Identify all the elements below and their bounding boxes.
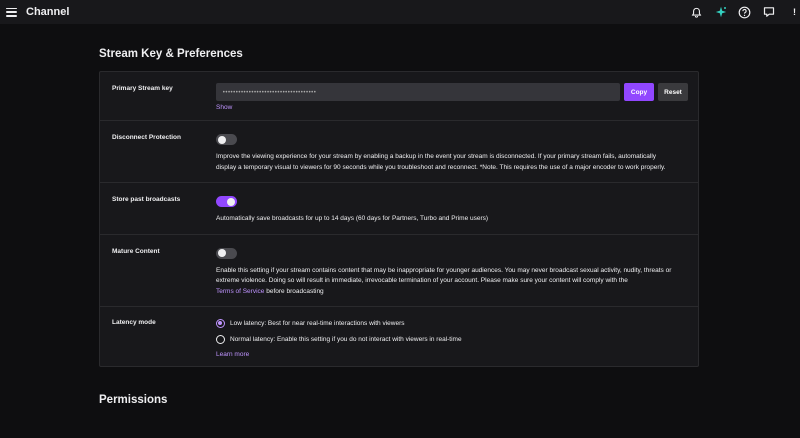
store-past-broadcasts-label: Store past broadcasts [112,196,181,203]
row-disconnect-protection: Disconnect Protection Improve the viewin… [100,121,698,183]
store-past-broadcasts-toggle[interactable] [216,196,237,207]
latency-option-normal[interactable]: Normal latency: Enable this setting if y… [216,333,686,345]
primary-stream-key-body: Copy Reset Show [216,83,688,111]
avatar[interactable]: ! [786,6,796,19]
mature-content-body: Enable this setting if your stream conta… [216,246,686,298]
copy-button[interactable]: Copy [624,83,654,101]
store-past-broadcasts-description: Automatically save broadcasts for up to … [216,215,489,222]
latency-option-low[interactable]: Low latency: Best for near real-time int… [216,317,686,329]
low-latency-text: Low latency: Best for near real-time int… [230,319,405,327]
disconnect-protection-body: Improve the viewing experience for your … [216,132,686,173]
row-latency-mode: Latency mode Low latency: Best for near … [100,307,698,366]
toggle-knob [227,197,235,206]
menu-icon[interactable] [6,7,17,17]
top-right-actions: ! [690,0,796,24]
radio-low-latency[interactable] [216,318,225,328]
top-nav-bar: Channel ! [0,0,800,24]
normal-latency-text: Normal latency: Enable this setting if y… [230,335,462,343]
section-title-stream-key: Stream Key & Preferences [99,48,243,60]
disconnect-protection-label: Disconnect Protection [112,134,181,141]
disconnect-protection-description: Improve the viewing experience for your … [216,153,666,171]
terms-of-service-link[interactable]: Terms of Service [216,287,264,298]
mature-content-text-after: before broadcasting [264,287,324,295]
disconnect-protection-toggle[interactable] [216,134,237,145]
mature-content-text-before: Enable this setting if your stream conta… [216,266,672,285]
mature-content-description: Enable this setting if your stream conta… [216,266,676,298]
stream-key-line: Copy Reset [216,83,688,101]
chat-icon[interactable] [762,6,775,19]
row-store-past-broadcasts: Store past broadcasts Automatically save… [100,183,698,235]
latency-mode-body: Low latency: Best for near real-time int… [216,317,686,358]
learn-more-link[interactable]: Learn more [216,351,249,358]
show-key-link[interactable]: Show [216,104,232,111]
main-content: Stream Key & Preferences Primary Stream … [99,24,699,407]
avatar-letter: ! [793,7,796,17]
sparkle-icon[interactable] [714,6,727,19]
stream-settings-panel: Primary Stream key Copy Reset Show Disco… [99,71,699,367]
toggle-knob [218,249,226,257]
radio-normal-latency[interactable] [216,334,225,344]
toggle-knob [218,135,226,144]
help-icon[interactable] [738,6,751,19]
mature-content-label: Mature Content [112,247,160,255]
stream-key-input[interactable] [216,83,620,101]
mature-content-toggle[interactable] [216,247,237,259]
reset-button[interactable]: Reset [658,83,688,101]
store-past-broadcasts-body: Automatically save broadcasts for up to … [216,194,686,225]
bell-icon[interactable] [690,6,703,19]
latency-mode-label: Latency mode [112,319,156,326]
row-primary-stream-key: Primary Stream key Copy Reset Show [100,72,698,121]
row-mature-content: Mature Content Enable this setting if yo… [100,235,698,307]
section-title-permissions: Permissions [99,394,168,406]
primary-stream-key-label: Primary Stream key [112,85,173,92]
page-title: Channel [26,6,70,18]
